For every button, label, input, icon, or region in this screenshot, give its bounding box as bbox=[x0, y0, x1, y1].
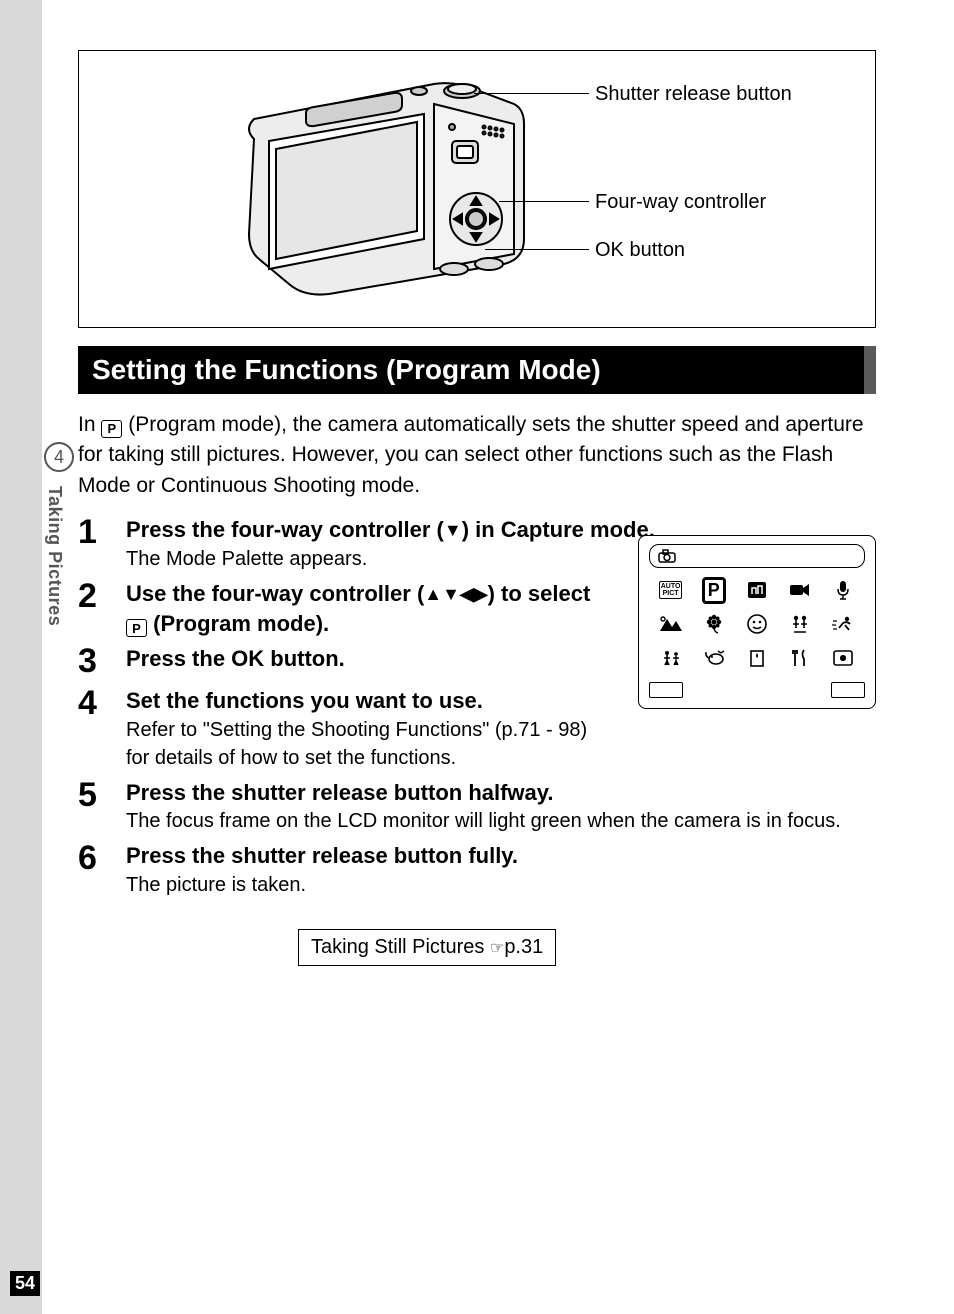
step-number: 1 bbox=[78, 515, 126, 573]
food-icon bbox=[783, 644, 818, 672]
callout-line bbox=[474, 93, 589, 94]
camera-illustration bbox=[224, 69, 554, 309]
palette-status-bar bbox=[649, 544, 865, 568]
pointing-hand-icon: ☞ bbox=[490, 940, 504, 957]
step-desc: The focus frame on the LCD monitor will … bbox=[126, 807, 876, 835]
ref-text: Taking Still Pictures bbox=[311, 936, 490, 958]
auto-pict-icon: AUTOPICT bbox=[653, 576, 688, 604]
left-margin-strip bbox=[0, 0, 42, 1314]
movie-icon bbox=[783, 576, 818, 604]
program-mode-icon: P bbox=[101, 420, 122, 438]
camera-diagram: Shutter release button Four-way controll… bbox=[78, 50, 876, 328]
step-number: 4 bbox=[78, 686, 126, 772]
sidebar-chapter-tab: 4 Taking Pictures bbox=[44, 442, 76, 626]
step-title: Press the shutter release button fully. bbox=[126, 841, 876, 871]
program-mode-icon: P bbox=[126, 619, 147, 637]
page-number: 54 bbox=[10, 1271, 40, 1296]
cross-reference-box: Taking Still Pictures ☞p.31 bbox=[298, 929, 556, 966]
step-title: Use the four-way controller (▲▼◀▶) to se… bbox=[126, 579, 606, 638]
kids-icon bbox=[653, 644, 688, 672]
callout-shutter: Shutter release button bbox=[595, 83, 792, 106]
intro-suffix: (Program mode), the camera automatically… bbox=[78, 413, 864, 497]
step-number: 2 bbox=[78, 579, 126, 638]
chapter-label: Taking Pictures bbox=[44, 486, 65, 626]
step-desc: The picture is taken. bbox=[126, 871, 876, 899]
chapter-number-circle: 4 bbox=[44, 442, 74, 472]
palette-grid: AUTOPICT P bbox=[649, 576, 865, 672]
surf-snow-icon bbox=[783, 610, 818, 638]
flower-icon bbox=[696, 610, 731, 638]
portrait-icon bbox=[739, 610, 774, 638]
frame-icon bbox=[826, 644, 861, 672]
chapter-number: 4 bbox=[54, 447, 64, 468]
night-scene-icon bbox=[739, 576, 774, 604]
ref-page: p.31 bbox=[504, 936, 543, 958]
callout-ok: OK button bbox=[595, 239, 685, 262]
callout-fourway: Four-way controller bbox=[595, 191, 766, 214]
callout-line bbox=[499, 201, 589, 202]
palette-left-indicator bbox=[649, 682, 683, 698]
section-heading: Setting the Functions (Program Mode) bbox=[78, 346, 876, 394]
callout-line bbox=[485, 249, 589, 250]
step-number: 3 bbox=[78, 644, 126, 680]
four-arrows-icon: ▲▼◀▶ bbox=[424, 584, 487, 604]
intro-prefix: In bbox=[78, 413, 101, 436]
step-title: Set the functions you want to use. bbox=[126, 686, 606, 716]
voice-icon bbox=[826, 576, 861, 604]
down-arrow-icon: ▼ bbox=[444, 520, 462, 540]
camera-icon bbox=[658, 549, 676, 563]
mode-palette-screen: AUTOPICT P bbox=[638, 535, 876, 709]
candlelight-icon bbox=[739, 644, 774, 672]
landscape-icon bbox=[653, 610, 688, 638]
step-number: 6 bbox=[78, 841, 126, 899]
step-desc: Refer to "Setting the Shooting Functions… bbox=[126, 716, 606, 772]
step-6: 6 Press the shutter release button fully… bbox=[78, 841, 876, 899]
palette-right-indicator bbox=[831, 682, 865, 698]
intro-paragraph: In P (Program mode), the camera automati… bbox=[78, 410, 876, 501]
palette-footer bbox=[649, 682, 865, 698]
sport-icon bbox=[826, 610, 861, 638]
pet-icon bbox=[696, 644, 731, 672]
step-5: 5 Press the shutter release button halfw… bbox=[78, 778, 876, 836]
step-number: 5 bbox=[78, 778, 126, 836]
program-mode-selected: P bbox=[696, 576, 731, 604]
step-title: Press the shutter release button halfway… bbox=[126, 778, 876, 808]
